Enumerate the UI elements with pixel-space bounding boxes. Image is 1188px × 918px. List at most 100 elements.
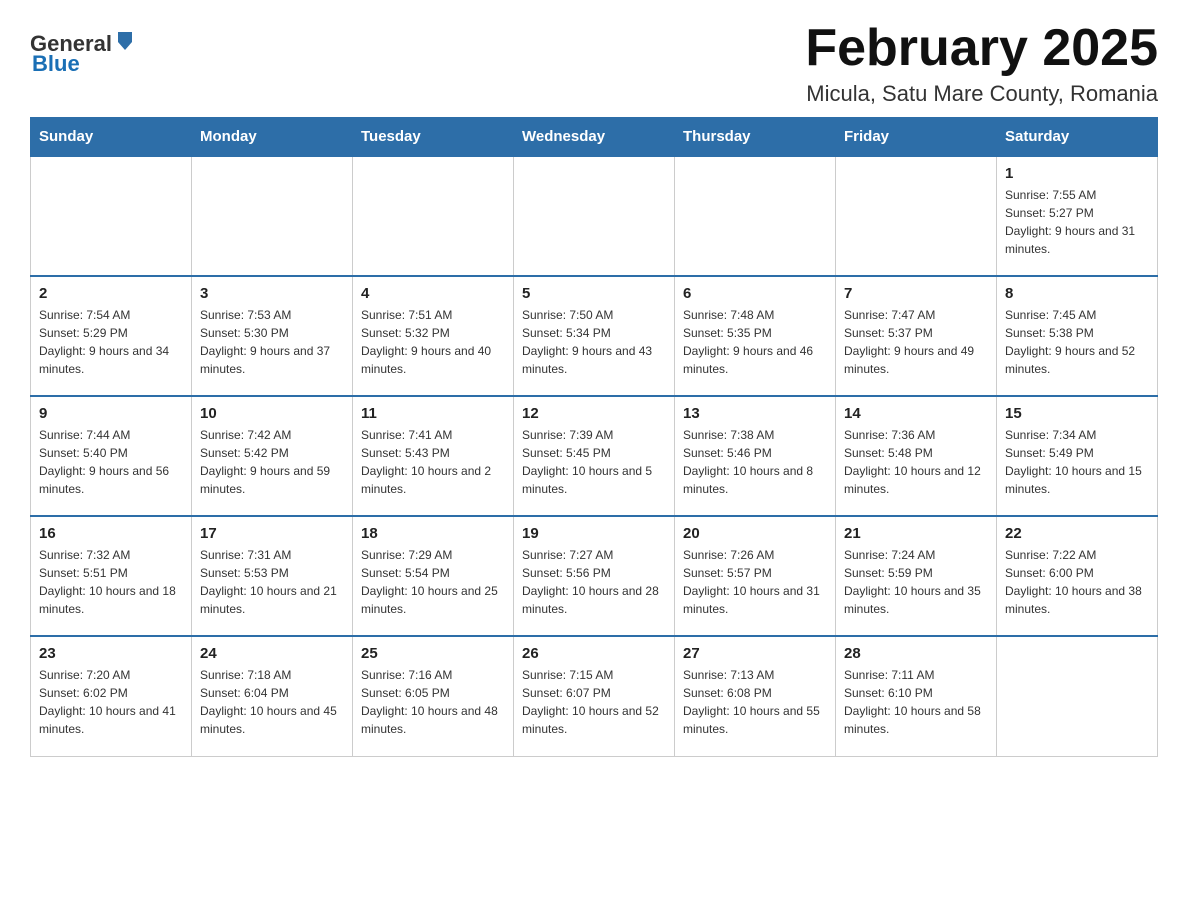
calendar-cell [192, 156, 353, 276]
calendar-week-row: 2 Sunrise: 7:54 AM Sunset: 5:29 PM Daylig… [31, 276, 1158, 396]
calendar-cell: 11 Sunrise: 7:41 AM Sunset: 5:43 PM Dayli… [353, 396, 514, 516]
day-info: Sunrise: 7:50 AM Sunset: 5:34 PM Dayligh… [522, 306, 666, 378]
calendar-cell [31, 156, 192, 276]
day-number: 16 [39, 525, 183, 542]
calendar-cell: 5 Sunrise: 7:50 AM Sunset: 5:34 PM Daylig… [514, 276, 675, 396]
day-info: Sunrise: 7:54 AM Sunset: 5:29 PM Dayligh… [39, 306, 183, 378]
day-number: 20 [683, 525, 827, 542]
day-number: 21 [844, 525, 988, 542]
calendar-cell: 18Sunrise: 7:29 AM Sunset: 5:54 PM Dayli… [353, 516, 514, 636]
calendar-cell [675, 156, 836, 276]
day-info: Sunrise: 7:48 AM Sunset: 5:35 PM Dayligh… [683, 306, 827, 378]
calendar-cell: 13 Sunrise: 7:38 AM Sunset: 5:46 PM Dayli… [675, 396, 836, 516]
month-year-title: February 2025 [805, 20, 1158, 77]
calendar-cell: 3Sunrise: 7:53 AM Sunset: 5:30 PM Daylig… [192, 276, 353, 396]
day-number: 7 [844, 285, 988, 302]
day-number: 22 [1005, 525, 1149, 542]
day-number: 23 [39, 645, 183, 662]
day-number: 11 [361, 405, 505, 422]
calendar-week-row: 23 Sunrise: 7:20 AM Sunset: 6:02 PM Dayli… [31, 636, 1158, 756]
day-number: 12 [522, 405, 666, 422]
day-info: Sunrise: 7:18 AM Sunset: 6:04 PM Dayligh… [200, 666, 344, 738]
day-info: Sunrise: 7:34 AM Sunset: 5:49 PM Dayligh… [1005, 426, 1149, 498]
day-number: 26 [522, 645, 666, 662]
calendar-cell: 25 Sunrise: 7:16 AM Sunset: 6:05 PM Dayli… [353, 636, 514, 756]
day-info: Sunrise: 7:51 AM Sunset: 5:32 PM Dayligh… [361, 306, 505, 378]
day-number: 17 [200, 525, 344, 542]
calendar-cell: 6 Sunrise: 7:48 AM Sunset: 5:35 PM Daylig… [675, 276, 836, 396]
calendar-cell [836, 156, 997, 276]
day-number: 10 [200, 405, 344, 422]
day-number: 8 [1005, 285, 1149, 302]
location-subtitle: Micula, Satu Mare County, Romania [805, 81, 1158, 107]
calendar-cell [997, 636, 1158, 756]
day-number: 9 [39, 405, 183, 422]
weekday-header-thursday: Thursday [675, 118, 836, 157]
day-number: 27 [683, 645, 827, 662]
day-number: 3 [200, 285, 344, 302]
day-info: Sunrise: 7:36 AM Sunset: 5:48 PM Dayligh… [844, 426, 988, 498]
day-info: Sunrise: 7:38 AM Sunset: 5:46 PM Dayligh… [683, 426, 827, 498]
calendar-cell: 21 Sunrise: 7:24 AM Sunset: 5:59 PM Dayli… [836, 516, 997, 636]
day-info: Sunrise: 7:15 AM Sunset: 6:07 PM Dayligh… [522, 666, 666, 738]
calendar-cell: 4Sunrise: 7:51 AM Sunset: 5:32 PM Daylig… [353, 276, 514, 396]
calendar-cell: 22Sunrise: 7:22 AM Sunset: 6:00 PM Dayli… [997, 516, 1158, 636]
day-info: Sunrise: 7:39 AM Sunset: 5:45 PM Dayligh… [522, 426, 666, 498]
calendar-cell: 2 Sunrise: 7:54 AM Sunset: 5:29 PM Daylig… [31, 276, 192, 396]
day-info: Sunrise: 7:55 AM Sunset: 5:27 PM Dayligh… [1005, 186, 1149, 258]
calendar-cell: 26 Sunrise: 7:15 AM Sunset: 6:07 PM Dayli… [514, 636, 675, 756]
calendar-cell: 1 Sunrise: 7:55 AM Sunset: 5:27 PM Daylig… [997, 156, 1158, 276]
calendar-cell: 10 Sunrise: 7:42 AM Sunset: 5:42 PM Dayli… [192, 396, 353, 516]
day-info: Sunrise: 7:42 AM Sunset: 5:42 PM Dayligh… [200, 426, 344, 498]
weekday-header-tuesday: Tuesday [353, 118, 514, 157]
day-info: Sunrise: 7:41 AM Sunset: 5:43 PM Dayligh… [361, 426, 505, 498]
calendar-cell: 12 Sunrise: 7:39 AM Sunset: 5:45 PM Dayli… [514, 396, 675, 516]
day-info: Sunrise: 7:13 AM Sunset: 6:08 PM Dayligh… [683, 666, 827, 738]
calendar-table: SundayMondayTuesdayWednesdayThursdayFrid… [30, 117, 1158, 757]
logo: General Blue [30, 30, 136, 77]
day-number: 6 [683, 285, 827, 302]
calendar-cell: 28 Sunrise: 7:11 AM Sunset: 6:10 PM Dayli… [836, 636, 997, 756]
day-info: Sunrise: 7:20 AM Sunset: 6:02 PM Dayligh… [39, 666, 183, 738]
day-number: 5 [522, 285, 666, 302]
calendar-cell [353, 156, 514, 276]
calendar-cell [514, 156, 675, 276]
day-info: Sunrise: 7:26 AM Sunset: 5:57 PM Dayligh… [683, 546, 827, 618]
weekday-header-sunday: Sunday [31, 118, 192, 157]
calendar-cell: 23 Sunrise: 7:20 AM Sunset: 6:02 PM Dayli… [31, 636, 192, 756]
calendar-cell: 20 Sunrise: 7:26 AM Sunset: 5:57 PM Dayli… [675, 516, 836, 636]
day-number: 28 [844, 645, 988, 662]
weekday-header-friday: Friday [836, 118, 997, 157]
day-info: Sunrise: 7:44 AM Sunset: 5:40 PM Dayligh… [39, 426, 183, 498]
day-info: Sunrise: 7:11 AM Sunset: 6:10 PM Dayligh… [844, 666, 988, 738]
page-header: General Blue February 2025 Micula, Satu … [30, 20, 1158, 107]
calendar-cell: 16Sunrise: 7:32 AM Sunset: 5:51 PM Dayli… [31, 516, 192, 636]
calendar-header-row: SundayMondayTuesdayWednesdayThursdayFrid… [31, 118, 1158, 157]
calendar-cell: 14 Sunrise: 7:36 AM Sunset: 5:48 PM Dayli… [836, 396, 997, 516]
weekday-header-monday: Monday [192, 118, 353, 157]
weekday-header-saturday: Saturday [997, 118, 1158, 157]
day-number: 18 [361, 525, 505, 542]
calendar-week-row: 16Sunrise: 7:32 AM Sunset: 5:51 PM Dayli… [31, 516, 1158, 636]
day-number: 19 [522, 525, 666, 542]
calendar-cell: 19 Sunrise: 7:27 AM Sunset: 5:56 PM Dayli… [514, 516, 675, 636]
day-info: Sunrise: 7:27 AM Sunset: 5:56 PM Dayligh… [522, 546, 666, 618]
calendar-cell: 7 Sunrise: 7:47 AM Sunset: 5:37 PM Daylig… [836, 276, 997, 396]
day-number: 15 [1005, 405, 1149, 422]
day-number: 25 [361, 645, 505, 662]
day-info: Sunrise: 7:16 AM Sunset: 6:05 PM Dayligh… [361, 666, 505, 738]
calendar-cell: 15 Sunrise: 7:34 AM Sunset: 5:49 PM Dayli… [997, 396, 1158, 516]
day-number: 14 [844, 405, 988, 422]
day-info: Sunrise: 7:47 AM Sunset: 5:37 PM Dayligh… [844, 306, 988, 378]
day-number: 2 [39, 285, 183, 302]
day-info: Sunrise: 7:24 AM Sunset: 5:59 PM Dayligh… [844, 546, 988, 618]
calendar-cell: 17 Sunrise: 7:31 AM Sunset: 5:53 PM Dayli… [192, 516, 353, 636]
day-number: 1 [1005, 165, 1149, 182]
title-area: February 2025 Micula, Satu Mare County, … [805, 20, 1158, 107]
day-number: 13 [683, 405, 827, 422]
calendar-week-row: 1 Sunrise: 7:55 AM Sunset: 5:27 PM Daylig… [31, 156, 1158, 276]
calendar-cell: 27 Sunrise: 7:13 AM Sunset: 6:08 PM Dayli… [675, 636, 836, 756]
day-info: Sunrise: 7:31 AM Sunset: 5:53 PM Dayligh… [200, 546, 344, 618]
calendar-week-row: 9 Sunrise: 7:44 AM Sunset: 5:40 PM Daylig… [31, 396, 1158, 516]
calendar-cell: 9 Sunrise: 7:44 AM Sunset: 5:40 PM Daylig… [31, 396, 192, 516]
